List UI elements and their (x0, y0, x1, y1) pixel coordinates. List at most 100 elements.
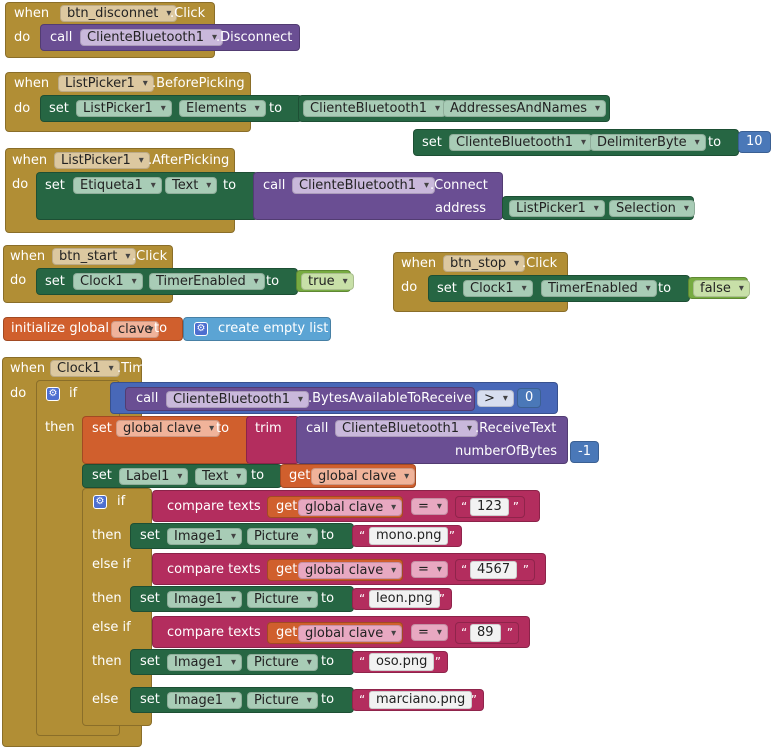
component-dropdown[interactable]: Image1 (167, 692, 242, 709)
initialize-global-clave[interactable]: initialize global clave to (3, 317, 183, 341)
component-dropdown[interactable]: ClienteBluetooth1 (166, 391, 310, 408)
set-image-picture-block-3[interactable]: set Image1 Picture to (130, 649, 354, 675)
component-dropdown[interactable]: btn_start (52, 248, 137, 265)
component-dropdown[interactable]: ClienteBluetooth1 (449, 134, 593, 151)
component-dropdown[interactable]: Clock1 (50, 360, 120, 377)
text-literal-block[interactable]: “ 89 ” (455, 622, 519, 644)
get-bt-addresses-block[interactable]: ClienteBluetooth1 AddressesAndNames (298, 95, 610, 122)
component-dropdown[interactable]: ListPicker1 (76, 100, 172, 117)
component-dropdown[interactable]: ListPicker1 (509, 200, 605, 217)
operator-dropdown[interactable]: = (411, 498, 448, 515)
component-dropdown[interactable]: ClienteBluetooth1 (303, 100, 447, 117)
get-global-clave-block[interactable]: get global clave (267, 559, 403, 581)
do-keyword: do (401, 280, 418, 295)
property-dropdown[interactable]: TimerEnabled (541, 280, 657, 297)
set-image-picture-block-2[interactable]: set Image1 Picture to (130, 586, 354, 612)
component-dropdown[interactable]: ClienteBluetooth1 (292, 177, 436, 194)
number-block[interactable]: 0 (517, 388, 542, 408)
compare-texts-block-3[interactable]: compare texts get global clave = “ 89 ” (152, 616, 530, 648)
text-literal-block[interactable]: “ mono.png ” (352, 525, 462, 547)
text-value[interactable]: leon.png (369, 590, 440, 608)
component-dropdown[interactable]: btn_stop (443, 255, 526, 272)
variable-name-field[interactable]: clave (111, 321, 160, 338)
set-image-picture-block-4[interactable]: set Image1 Picture to (130, 687, 354, 713)
call-receivetext-block[interactable]: call ClienteBluetooth1 .ReceiveText numb… (296, 416, 568, 464)
set-clock-timerenabled-false[interactable]: set Clock1 TimerEnabled to (428, 275, 690, 302)
text-literal-block[interactable]: “ 4567 ” (455, 559, 535, 581)
boolean-true-block[interactable]: true (296, 270, 354, 292)
gear-icon[interactable]: ⚙ (46, 387, 60, 401)
property-dropdown[interactable]: Selection (609, 200, 695, 217)
variable-dropdown[interactable]: global clave (116, 420, 221, 437)
operator-dropdown[interactable]: = (411, 561, 448, 578)
variable-dropdown[interactable]: global clave (298, 499, 403, 516)
set-listpicker-elements-block[interactable]: set ListPicker1 Elements to (40, 95, 302, 122)
set-label-text-block[interactable]: set Label1 Text to (82, 464, 282, 488)
component-dropdown[interactable]: ClienteBluetooth1 (335, 420, 479, 437)
text-literal-block[interactable]: “ marciano.png ” (352, 689, 484, 711)
variable-dropdown[interactable]: global clave (311, 468, 416, 485)
argument-label: numberOfBytes (455, 444, 558, 459)
variable-dropdown[interactable]: global clave (298, 625, 403, 642)
property-dropdown[interactable]: DelimiterByte (590, 134, 706, 151)
property-dropdown[interactable]: Text (195, 468, 248, 485)
event-name: .Timer (117, 361, 159, 376)
component-dropdown[interactable]: Image1 (167, 528, 242, 545)
operator-dropdown[interactable]: > (477, 390, 514, 407)
property-dropdown[interactable]: AddressesAndNames (443, 100, 607, 117)
text-literal-block[interactable]: “ 123 ” (455, 496, 525, 518)
compare-texts-block-2[interactable]: compare texts get global clave = “ 4567 … (152, 553, 546, 585)
boolean-dropdown[interactable]: false (693, 280, 750, 297)
property-dropdown[interactable]: Picture (247, 591, 318, 608)
compare-texts-block-1[interactable]: compare texts get global clave = “ 123 ” (152, 490, 540, 522)
operator-dropdown[interactable]: = (411, 624, 448, 641)
boolean-dropdown[interactable]: true (301, 273, 354, 290)
text-value[interactable]: mono.png (369, 527, 449, 545)
text-value[interactable]: 123 (470, 498, 509, 516)
set-etiqueta-text-block[interactable]: set Etiqueta1 Text to (36, 172, 258, 220)
component-dropdown[interactable]: Etiqueta1 (73, 177, 162, 194)
component-dropdown[interactable]: Image1 (167, 591, 242, 608)
call-bytesavailable-block[interactable]: call ClienteBluetooth1 .BytesAvailableTo… (125, 387, 475, 411)
set-clock-timerenabled-true[interactable]: set Clock1 TimerEnabled to (36, 268, 298, 295)
call-disconnect-block[interactable]: call ClienteBluetooth1 .Disconnect (40, 24, 300, 51)
if-keyword: if (117, 494, 126, 509)
component-dropdown[interactable]: ListPicker1 (54, 152, 150, 169)
trim-block[interactable]: trim (246, 416, 300, 464)
property-dropdown[interactable]: Picture (247, 692, 318, 709)
call-connect-block[interactable]: call ClienteBluetooth1 .Connect address (253, 172, 503, 220)
text-value[interactable]: 4567 (470, 561, 518, 579)
number-block[interactable]: 10 (738, 131, 771, 153)
component-dropdown[interactable]: Label1 (119, 468, 189, 485)
create-empty-list-block[interactable]: ⚙ create empty list (183, 317, 331, 341)
component-dropdown[interactable]: Image1 (167, 654, 242, 671)
set-image-picture-block-1[interactable]: set Image1 Picture to (130, 523, 354, 549)
property-dropdown[interactable]: Text (165, 177, 218, 194)
component-dropdown[interactable]: ClienteBluetooth1 (80, 29, 224, 46)
text-value[interactable]: marciano.png (369, 691, 473, 709)
get-global-clave-block[interactable]: get global clave (267, 622, 403, 644)
set-bt-delimiterbyte-block[interactable]: set ClienteBluetooth1 DelimiterByte to (413, 129, 739, 156)
component-dropdown[interactable]: ListPicker1 (58, 75, 154, 92)
property-dropdown[interactable]: Picture (247, 528, 318, 545)
compare-math-block[interactable]: call ClienteBluetooth1 .BytesAvailableTo… (110, 382, 558, 414)
get-global-clave-block[interactable]: get global clave (280, 464, 416, 488)
text-literal-block[interactable]: “ leon.png ” (352, 588, 452, 610)
text-value[interactable]: oso.png (369, 653, 435, 671)
component-dropdown[interactable]: Clock1 (73, 273, 143, 290)
boolean-false-block[interactable]: false (688, 277, 750, 299)
property-dropdown[interactable]: TimerEnabled (149, 273, 265, 290)
get-listpicker-selection-block[interactable]: ListPicker1 Selection (502, 196, 695, 220)
variable-dropdown[interactable]: global clave (298, 562, 403, 579)
component-dropdown[interactable]: Clock1 (463, 280, 533, 297)
text-literal-block[interactable]: “ oso.png ” (352, 651, 448, 673)
number-block[interactable]: -1 (570, 441, 599, 463)
gear-icon[interactable]: ⚙ (194, 322, 208, 336)
get-global-clave-block[interactable]: get global clave (267, 496, 403, 518)
set-global-clave-block[interactable]: set global clave to (82, 416, 252, 464)
property-dropdown[interactable]: Elements (179, 100, 266, 117)
gear-icon[interactable]: ⚙ (93, 495, 107, 509)
property-dropdown[interactable]: Picture (247, 654, 318, 671)
component-dropdown[interactable]: btn_disconnet (60, 5, 178, 22)
text-value[interactable]: 89 (470, 624, 501, 642)
